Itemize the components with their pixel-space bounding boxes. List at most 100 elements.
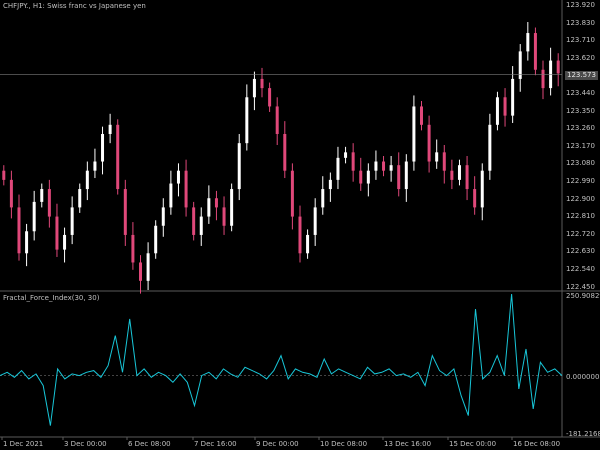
bear-candle bbox=[420, 106, 423, 125]
price-axis-label: 122.540 bbox=[566, 265, 595, 273]
bear-candle bbox=[359, 170, 363, 184]
bull-candle bbox=[161, 207, 165, 226]
bear-candle bbox=[450, 170, 454, 180]
bull-candle bbox=[199, 216, 203, 235]
bear-candle bbox=[55, 216, 59, 250]
bull-candle bbox=[306, 234, 310, 254]
bull-candle bbox=[511, 78, 515, 116]
price-axis-label: 123.080 bbox=[566, 159, 595, 168]
bull-candle bbox=[252, 78, 256, 98]
indicator-title: Fractal_Force_Index(30, 30) bbox=[3, 294, 100, 302]
price-axis-label: 123.440 bbox=[566, 89, 595, 97]
bull-candle bbox=[404, 161, 408, 190]
chart-canvas[interactable] bbox=[0, 0, 600, 450]
time-axis-label: 1 Dec 2021 bbox=[3, 440, 44, 448]
bear-candle bbox=[283, 133, 287, 171]
indicator-zero-label: 0.000000 bbox=[566, 373, 600, 381]
price-axis-label: 123.620 bbox=[566, 53, 595, 62]
chart-terminal[interactable]: CHFJPY., H1: Swiss franc vs Japanese yen… bbox=[0, 0, 600, 450]
bear-candle bbox=[541, 69, 545, 89]
bull-candle bbox=[207, 198, 211, 217]
bear-candle bbox=[184, 170, 188, 208]
price-axis-label: 122.990 bbox=[566, 177, 595, 185]
time-axis-label: 13 Dec 16:00 bbox=[384, 440, 432, 448]
price-axis-label: 122.630 bbox=[566, 247, 595, 256]
bear-candle bbox=[298, 216, 302, 254]
price-axis-label: 122.720 bbox=[566, 229, 595, 238]
price-axis-label: 123.830 bbox=[566, 18, 595, 27]
bull-candle bbox=[366, 170, 370, 184]
bear-candle bbox=[123, 189, 127, 235]
bull-candle bbox=[321, 189, 325, 208]
fractal-force-index-line bbox=[0, 293, 563, 426]
price-axis-label: 123.710 bbox=[566, 36, 595, 45]
price-pane[interactable] bbox=[0, 22, 562, 294]
bull-candle bbox=[93, 161, 97, 171]
time-axis-label: 16 Dec 08:00 bbox=[513, 440, 561, 448]
bear-candle bbox=[9, 179, 13, 208]
bull-candle bbox=[146, 253, 150, 281]
bear-candle bbox=[192, 207, 196, 235]
bear-candle bbox=[17, 207, 21, 254]
bull-candle bbox=[245, 97, 249, 144]
indicator-max-label: 250.908293 bbox=[566, 292, 600, 300]
bear-candle bbox=[427, 124, 431, 162]
bull-candle bbox=[435, 152, 439, 162]
bull-candle bbox=[32, 201, 36, 232]
bull-candle bbox=[495, 97, 499, 125]
price-axis-label: 123.920 bbox=[566, 1, 595, 9]
bull-candle bbox=[526, 33, 530, 52]
bull-candle bbox=[78, 189, 82, 208]
time-axis-label: 6 Dec 08:00 bbox=[128, 440, 171, 448]
bear-candle bbox=[131, 234, 135, 263]
bull-candle bbox=[85, 170, 89, 190]
bear-candle bbox=[442, 152, 446, 171]
bull-candle bbox=[25, 231, 29, 254]
indicator-min-label: -181.21689 bbox=[566, 430, 600, 438]
bull-candle bbox=[63, 234, 67, 250]
bear-candle bbox=[222, 207, 226, 226]
bull-candle bbox=[549, 60, 553, 89]
bull-candle bbox=[108, 124, 112, 134]
bear-candle bbox=[260, 78, 264, 89]
bull-candle bbox=[374, 161, 378, 171]
bull-candle bbox=[237, 143, 241, 190]
bear-candle bbox=[382, 161, 386, 171]
bear-candle bbox=[556, 60, 560, 74]
bear-candle bbox=[268, 88, 272, 107]
indicator-pane[interactable] bbox=[0, 293, 563, 426]
bear-candle bbox=[465, 165, 469, 190]
bull-candle bbox=[230, 189, 234, 226]
bull-candle bbox=[389, 165, 393, 171]
bull-candle bbox=[154, 225, 158, 254]
price-axis-label: 123.260 bbox=[566, 124, 595, 133]
bull-candle bbox=[412, 106, 416, 162]
bull-candle bbox=[457, 165, 461, 180]
bull-candle bbox=[101, 133, 105, 162]
current-price-tag: 123.573 bbox=[565, 71, 598, 80]
bear-candle bbox=[116, 124, 120, 190]
bear-candle bbox=[275, 106, 279, 134]
bear-candle bbox=[2, 170, 6, 180]
bear-candle bbox=[351, 152, 355, 171]
bear-candle bbox=[214, 198, 218, 208]
bull-candle bbox=[488, 124, 492, 171]
bull-candle bbox=[480, 170, 484, 208]
bull-candle bbox=[328, 179, 332, 190]
bear-candle bbox=[290, 170, 294, 217]
price-axis-label: 123.170 bbox=[566, 141, 595, 150]
bear-candle bbox=[503, 97, 507, 116]
bull-candle bbox=[344, 152, 348, 158]
time-axis-label: 3 Dec 00:00 bbox=[64, 440, 107, 448]
price-axis-label: 123.350 bbox=[566, 106, 595, 115]
time-axis-label: 9 Dec 00:00 bbox=[256, 440, 299, 448]
time-axis-label: 15 Dec 00:00 bbox=[449, 440, 497, 448]
bear-candle bbox=[397, 165, 401, 190]
bear-candle bbox=[533, 33, 537, 70]
price-axis-label: 122.450 bbox=[566, 282, 595, 291]
time-axis-label: 7 Dec 16:00 bbox=[194, 440, 237, 448]
price-axis-label: 122.810 bbox=[566, 212, 595, 221]
bull-candle bbox=[176, 170, 180, 184]
bull-candle bbox=[313, 207, 317, 235]
time-axis-label: 10 Dec 08:00 bbox=[320, 440, 368, 448]
